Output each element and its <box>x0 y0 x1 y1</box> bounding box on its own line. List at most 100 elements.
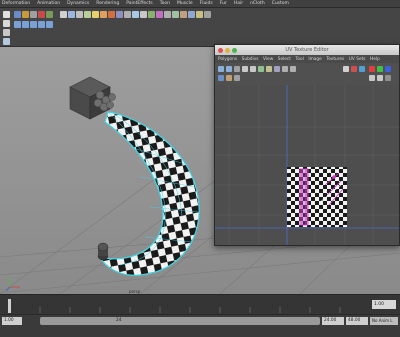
move-tool-icon[interactable] <box>3 38 10 45</box>
uv-menu-select[interactable]: Select <box>278 57 291 62</box>
uv-grid-icon[interactable] <box>274 66 280 72</box>
status-icon-3[interactable] <box>30 11 37 18</box>
light-icon[interactable] <box>92 11 99 18</box>
menu-painteffects[interactable]: PaintEffects <box>126 1 152 6</box>
uv-sew-icon[interactable] <box>250 66 256 72</box>
shelf <box>0 8 400 47</box>
uv-flip-u-icon[interactable] <box>218 66 224 72</box>
uv-canvas[interactable] <box>215 85 399 245</box>
menu-rendering[interactable]: Rendering <box>96 1 119 6</box>
uv-editor-toolbar <box>215 63 399 86</box>
uv-color-r-icon[interactable] <box>369 66 375 72</box>
uv-image-icon[interactable] <box>226 75 232 81</box>
uv-align-icon[interactable] <box>290 66 296 72</box>
lasso-tool-icon[interactable] <box>3 20 10 27</box>
range-start-field[interactable]: 1.00 <box>2 317 22 325</box>
panel-layout-icon-5[interactable] <box>46 21 53 28</box>
panel-layout-icon[interactable] <box>14 21 21 28</box>
uv-settings-icon[interactable] <box>385 75 391 81</box>
close-window-icon[interactable] <box>218 47 223 53</box>
hypershade-icon[interactable] <box>124 11 131 18</box>
camera-icon[interactable] <box>60 11 67 18</box>
uv-color-g-icon[interactable] <box>377 66 383 72</box>
menu-animation[interactable]: Animation <box>37 1 60 6</box>
uv-shaded-icon[interactable] <box>218 75 224 81</box>
uv-menu-subdivs[interactable]: Subdivs <box>242 57 259 62</box>
uv-texture-tile <box>287 167 347 227</box>
checker-surface <box>98 111 200 276</box>
uv-gamma-icon[interactable] <box>377 75 383 81</box>
panel-layout-icon-3[interactable] <box>30 21 37 28</box>
texture-icon[interactable] <box>148 11 155 18</box>
range-end-field[interactable]: 24.00 <box>322 317 344 325</box>
status-icon-5[interactable] <box>46 11 53 18</box>
display-icon[interactable] <box>188 11 195 18</box>
uv-canvas-drawing <box>215 85 399 245</box>
status-icon-4[interactable] <box>38 11 45 18</box>
xray-icon[interactable] <box>132 11 139 18</box>
menu-hair[interactable]: Hair <box>234 1 243 6</box>
minimize-window-icon[interactable] <box>225 47 230 53</box>
range-bar[interactable]: 24 <box>40 317 320 325</box>
snap-icon[interactable] <box>164 11 171 18</box>
grid-icon[interactable] <box>68 11 75 18</box>
uv-menu-uv-sets[interactable]: UV Sets <box>349 57 366 62</box>
uv-menu-tool[interactable]: Tool <box>295 57 303 62</box>
menu-ncloth[interactable]: nCloth <box>250 1 265 6</box>
frame-field[interactable]: 1.00 <box>372 300 396 309</box>
uv-layout-icon[interactable] <box>266 66 272 72</box>
shaded-icon[interactable] <box>84 11 91 18</box>
menu-deformation[interactable]: Deformation <box>2 1 30 6</box>
uv-color-b-icon[interactable] <box>385 66 391 72</box>
uv-unfold-icon[interactable] <box>258 66 264 72</box>
isolate-icon[interactable] <box>140 11 147 18</box>
uv-border-icon[interactable] <box>351 66 357 72</box>
range-max-field[interactable]: 48.00 <box>346 317 368 325</box>
history-icon[interactable] <box>180 11 187 18</box>
range-slider[interactable]: 1.00 24 24.00 48.00 No Anim L <box>0 314 400 337</box>
uv-checker-icon[interactable] <box>343 66 349 72</box>
uv-menu-image[interactable]: Image <box>308 57 321 62</box>
menu-fluids[interactable]: Fluids <box>200 1 213 6</box>
render-settings-icon[interactable] <box>116 11 123 18</box>
zoom-window-icon[interactable] <box>232 47 237 53</box>
anim-layer-dropdown[interactable]: No Anim L <box>370 317 398 325</box>
select-tool-icon[interactable] <box>3 11 10 18</box>
uv-cut-icon[interactable] <box>242 66 248 72</box>
uv-snap-icon[interactable] <box>282 66 288 72</box>
status-icon-1[interactable] <box>14 11 21 18</box>
smooth-icon[interactable] <box>172 11 179 18</box>
uv-icon[interactable] <box>156 11 163 18</box>
uv-texture-editor-window[interactable]: UV Texture Editor Polygons Subdivs View … <box>214 44 400 246</box>
wireframe-icon[interactable] <box>76 11 83 18</box>
uv-filter-icon[interactable] <box>234 75 240 81</box>
uv-pin-icon <box>332 175 336 179</box>
layer-icon[interactable] <box>196 11 203 18</box>
time-slider[interactable]: 1.00 <box>0 294 400 315</box>
visor-icon[interactable] <box>204 11 211 18</box>
uv-rotate-icon[interactable] <box>234 66 240 72</box>
status-icon-2[interactable] <box>22 11 29 18</box>
uv-distort-icon[interactable] <box>359 66 365 72</box>
uv-menu-help[interactable]: Help <box>370 57 380 62</box>
range-current-label: 24 <box>116 318 122 323</box>
main-menu-bar: Deformation Animation Dynamics Rendering… <box>0 0 400 8</box>
panel-layout-icon-2[interactable] <box>22 21 29 28</box>
panel-layout-icon-4[interactable] <box>38 21 45 28</box>
uv-menu-textures[interactable]: Textures <box>326 57 344 62</box>
menu-dynamics[interactable]: Dynamics <box>67 1 89 6</box>
menu-toon[interactable]: Toon <box>160 1 170 6</box>
ipr-icon[interactable] <box>108 11 115 18</box>
menu-muscle[interactable]: Muscle <box>177 1 193 6</box>
paint-select-icon[interactable] <box>3 29 10 36</box>
render-icon[interactable] <box>100 11 107 18</box>
menu-fur[interactable]: Fur <box>220 1 227 6</box>
uv-menu-polygons[interactable]: Polygons <box>218 57 237 62</box>
uv-exposure-icon[interactable] <box>369 75 375 81</box>
menu-custom[interactable]: Custom <box>272 1 289 6</box>
uv-flip-v-icon[interactable] <box>226 66 232 72</box>
uv-editor-title: UV Texture Editor <box>285 47 329 53</box>
uv-menu-view[interactable]: View <box>263 57 273 62</box>
cylinder-object <box>97 242 109 261</box>
uv-editor-menu-bar: Polygons Subdivs View Select Tool Image … <box>215 55 399 63</box>
